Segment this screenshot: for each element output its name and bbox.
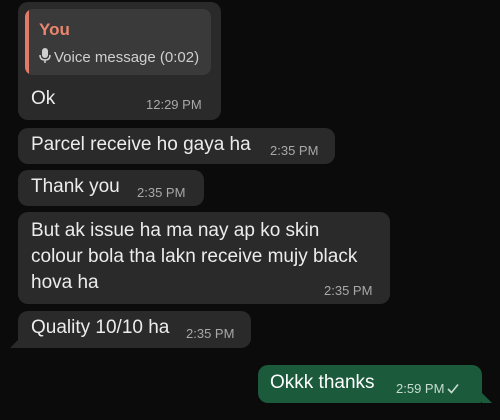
bubble-tail	[10, 338, 20, 348]
message-bubble-reply[interactable]: You Voice message (0:02) Ok 12:29 PM	[18, 2, 221, 120]
message-bubble-incoming[interactable]: But ak issue ha ma nay ap ko skin colour…	[18, 212, 390, 304]
mic-icon	[39, 48, 51, 64]
message-time: 2:59 PM	[396, 381, 445, 396]
message-text: But ak issue ha ma nay ap ko skin colour…	[31, 220, 358, 293]
message-text: Quality 10/10 ha	[31, 317, 170, 338]
bubble-tail	[482, 393, 492, 403]
message-text: Parcel receive ho gaya ha	[31, 134, 251, 155]
quoted-message[interactable]: You Voice message (0:02)	[25, 9, 211, 75]
message-status-area: 2:59 PM	[396, 381, 460, 397]
quote-text: Voice message (0:02)	[54, 49, 200, 66]
message-bubble-incoming[interactable]: Thank you 2:35 PM	[18, 170, 204, 206]
quote-sender: You	[39, 20, 70, 39]
message-time: 12:29 PM	[146, 97, 202, 112]
message-text: Thank you	[31, 176, 120, 197]
quote-accent-bar	[25, 9, 29, 75]
message-text: Okkk thanks	[270, 372, 375, 393]
message-bubble-incoming[interactable]: Parcel receive ho gaya ha 2:35 PM	[18, 128, 335, 164]
message-text: Ok	[31, 88, 56, 109]
check-icon	[447, 382, 460, 397]
message-bubble-outgoing[interactable]: Okkk thanks 2:59 PM	[258, 365, 482, 403]
quote-content: Voice message (0:02)	[39, 48, 199, 66]
message-time: 2:35 PM	[270, 143, 319, 158]
message-bubble-incoming[interactable]: Quality 10/10 ha 2:35 PM	[18, 311, 251, 348]
message-time: 2:35 PM	[324, 283, 373, 298]
message-time: 2:35 PM	[137, 185, 186, 200]
message-time: 2:35 PM	[186, 326, 235, 341]
